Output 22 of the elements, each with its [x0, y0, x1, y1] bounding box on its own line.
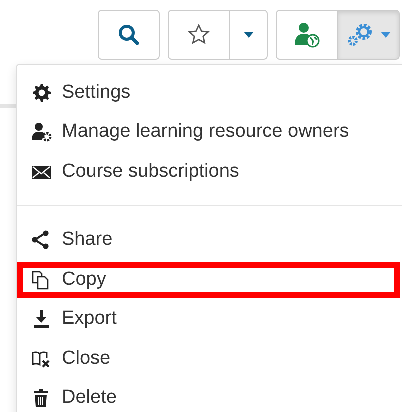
menu-item[interactable]: Share	[17, 220, 402, 260]
actions-button[interactable]	[338, 10, 400, 60]
user-globe-icon	[294, 22, 320, 48]
menu-item[interactable]: Export	[17, 300, 402, 339]
star-icon	[188, 24, 210, 46]
user-gear-icon	[31, 122, 52, 142]
owner-button[interactable]	[276, 10, 338, 60]
menu-item[interactable]: Close	[17, 339, 402, 378]
download-icon	[31, 309, 52, 330]
gear-icon	[31, 82, 52, 103]
book-close-icon	[31, 348, 52, 369]
menu-item[interactable]: Copy	[15, 260, 402, 300]
menu-item[interactable]: Manage learning resource owners	[17, 112, 402, 152]
caret-icon	[380, 32, 390, 38]
search-button[interactable]	[98, 10, 160, 60]
bookmark-button[interactable]	[168, 10, 230, 60]
menu-item[interactable]: Course subscriptions	[17, 152, 402, 192]
search-icon	[118, 24, 140, 46]
menu-item[interactable]: Settings	[17, 73, 402, 112]
caret-icon	[244, 32, 254, 38]
menu-item[interactable]: Delete	[17, 378, 402, 412]
gears-icon	[346, 23, 374, 47]
